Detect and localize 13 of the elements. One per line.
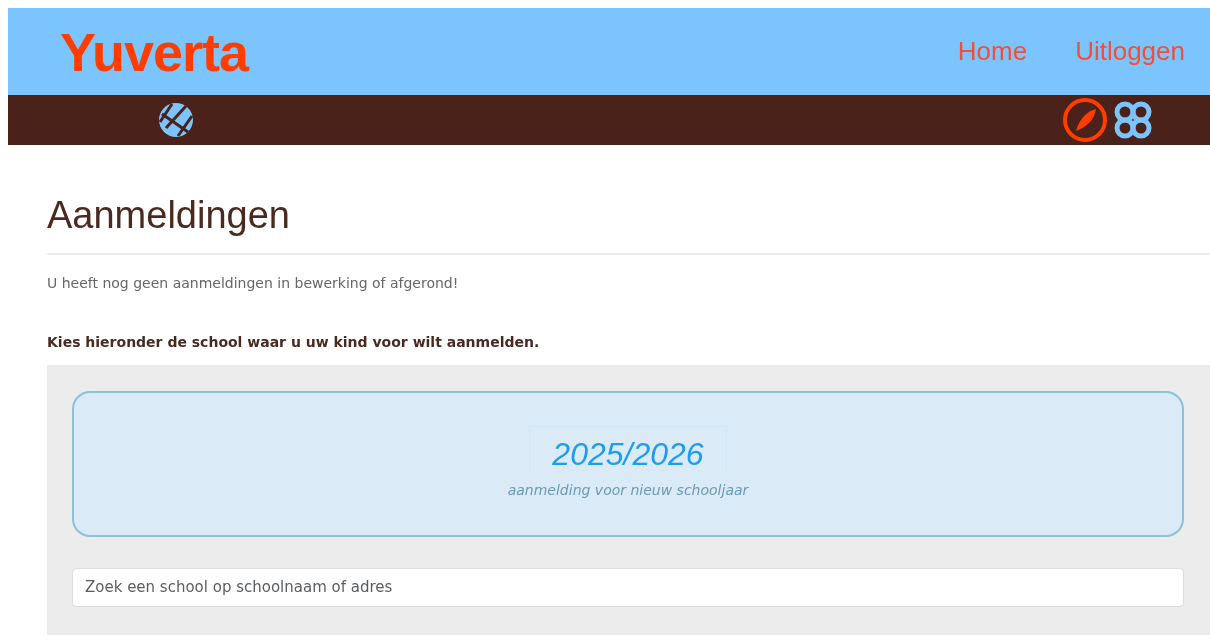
school-year: 2025/2026 — [529, 426, 727, 473]
globe-icon — [158, 102, 194, 138]
nav-link[interactable]: Home — [957, 32, 1028, 71]
search-field[interactable]: Zoek een school op schoolnaam of adres — [72, 567, 1184, 607]
logo: Yuverta — [60, 24, 249, 79]
nav-link[interactable]: Uitloggen — [1075, 32, 1185, 71]
info-message: U heeft nog geen aanmeldingen in bewerking of afgerond! — [47, 273, 460, 293]
page-title: Aanmeldingen — [47, 193, 291, 238]
instruction-text: Kies hieronder de school waar u uw kind voor wilt aanmelden. — [47, 332, 541, 352]
leaf-icon — [1062, 97, 1108, 143]
year-subtitle: aanmelding voor nieuw schooljaar — [507, 481, 749, 501]
year-card[interactable]: 2025/2026 aanmelding voor nieuw schooljaar — [72, 390, 1184, 537]
flower-icon — [1112, 99, 1154, 141]
